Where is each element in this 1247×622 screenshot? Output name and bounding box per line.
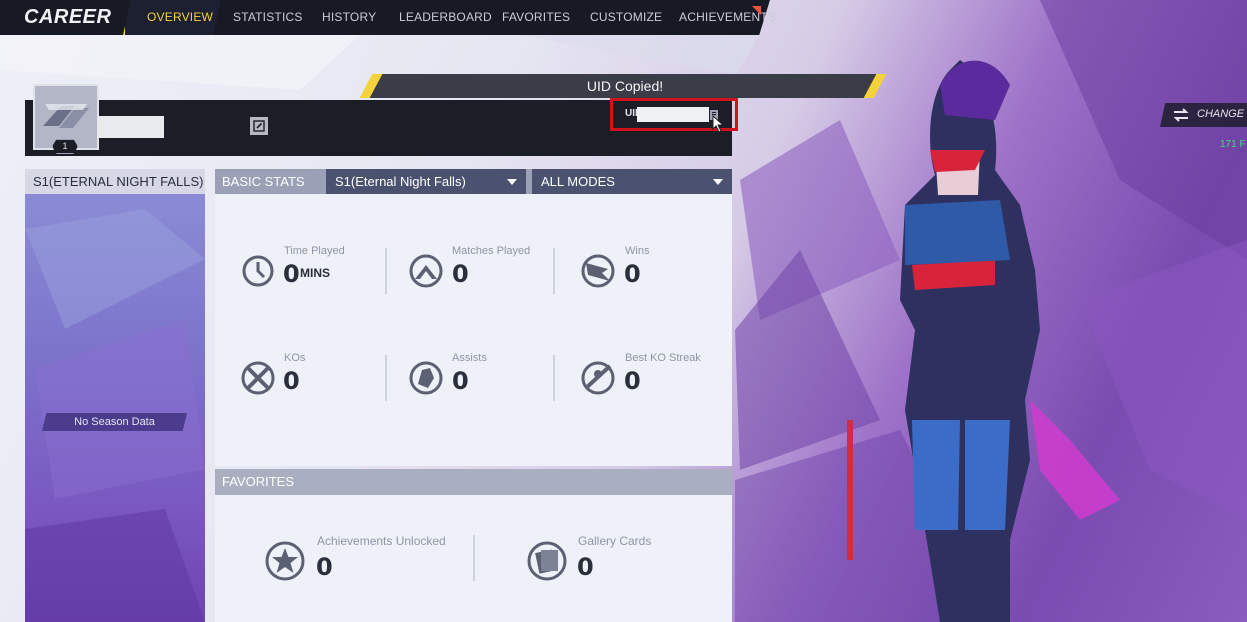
mode-dropdown-value: ALL MODES	[541, 174, 615, 189]
gallery-cards-label: Gallery Cards	[578, 534, 652, 548]
swap-arrows-icon	[1173, 108, 1189, 122]
chevron-down-icon	[507, 179, 517, 185]
assists-value: 0	[452, 367, 469, 395]
divider	[385, 248, 387, 294]
tab-favorites[interactable]: FAVORITES	[502, 0, 570, 35]
hero-count-text: 171 F	[1220, 139, 1246, 150]
season-dropdown[interactable]: S1(Eternal Night Falls)	[326, 169, 526, 194]
chevron-down-icon	[713, 179, 723, 185]
clock-icon	[242, 255, 274, 287]
matches-played-value: 0	[452, 260, 469, 288]
tab-history[interactable]: HISTORY	[322, 0, 376, 35]
divider	[553, 355, 555, 401]
change-hero-label: CHANGE HE	[1197, 108, 1247, 120]
basic-stats-body	[215, 194, 732, 466]
crossed-swords-icon	[409, 254, 443, 288]
avatar-logo-icon	[35, 86, 97, 148]
flag-icon	[581, 254, 615, 288]
time-played-unit: MINS	[300, 266, 330, 280]
achievements-unlocked-label: Achievements Unlocked	[317, 534, 446, 548]
favorites-title: FAVORITES	[215, 469, 732, 495]
mode-dropdown[interactable]: ALL MODES	[532, 169, 732, 194]
kos-value: 0	[283, 367, 300, 395]
gallery-cards-value: 0	[577, 553, 594, 581]
best-ko-streak-value: 0	[624, 367, 641, 395]
mouse-cursor-icon	[712, 115, 725, 133]
achievements-notification-badge	[752, 6, 761, 15]
achievements-unlocked-value: 0	[316, 553, 333, 581]
season-panel	[25, 169, 205, 622]
tab-leaderboard[interactable]: LEADERBOARD	[399, 0, 492, 35]
edit-name-button[interactable]	[250, 117, 268, 135]
divider	[553, 248, 555, 294]
assists-label: Assists	[452, 352, 487, 364]
tab-overview[interactable]: OVERVIEW	[147, 0, 213, 35]
basic-stats-title: BASIC STATS	[222, 174, 305, 189]
level-badge: 1	[52, 139, 78, 154]
matches-played-label: Matches Played	[452, 245, 531, 257]
no-season-data-label: No Season Data	[42, 413, 187, 431]
page-title: CAREER	[24, 6, 112, 28]
wins-value: 0	[624, 260, 641, 288]
season-panel-title: S1(ETERNAL NIGHT FALLS)	[25, 169, 205, 194]
crossed-blades-icon	[241, 361, 275, 395]
divider	[473, 535, 475, 581]
cards-icon	[527, 541, 567, 581]
tab-statistics[interactable]: STATISTICS	[233, 0, 303, 35]
hero-character	[847, 60, 1120, 622]
kos-label: KOs	[284, 352, 306, 364]
divider	[385, 355, 387, 401]
tab-achievements[interactable]: ACHIEVEMENTS	[679, 0, 776, 35]
wins-label: Wins	[625, 245, 650, 257]
uid-value-redacted[interactable]	[637, 107, 709, 122]
fist-icon	[409, 361, 443, 395]
time-played-value: 0	[283, 260, 300, 288]
tab-customize[interactable]: CUSTOMIZE	[590, 0, 662, 35]
edit-icon	[253, 120, 265, 132]
best-ko-streak-label: Best KO Streak	[625, 352, 701, 364]
star-badge-icon	[265, 541, 305, 581]
season-dropdown-value: S1(Eternal Night Falls)	[335, 174, 466, 189]
streak-icon	[581, 361, 615, 395]
toast-message: UID Copied!	[586, 78, 664, 94]
player-name-redacted	[97, 116, 164, 138]
time-played-label: Time Played	[284, 245, 345, 257]
season-panel-art	[25, 209, 205, 622]
